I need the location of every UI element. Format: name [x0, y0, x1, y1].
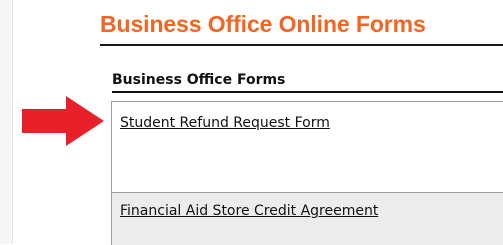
financial-aid-store-credit-agreement-link[interactable]: Financial Aid Store Credit Agreement: [120, 204, 378, 218]
section-heading: Business Office Forms: [112, 72, 286, 88]
forms-table: Student Refund Request Form Financial Ai…: [111, 101, 503, 245]
section-divider: [112, 91, 503, 93]
table-row: Financial Aid Store Credit Agreement: [111, 192, 503, 245]
title-divider: [100, 44, 503, 46]
red-arrow-right-icon: [22, 96, 104, 146]
left-gutter: [0, 0, 13, 244]
page-title: Business Office Online Forms: [100, 11, 426, 37]
table-row: Student Refund Request Form: [111, 101, 503, 193]
student-refund-request-form-link[interactable]: Student Refund Request Form: [120, 116, 330, 130]
